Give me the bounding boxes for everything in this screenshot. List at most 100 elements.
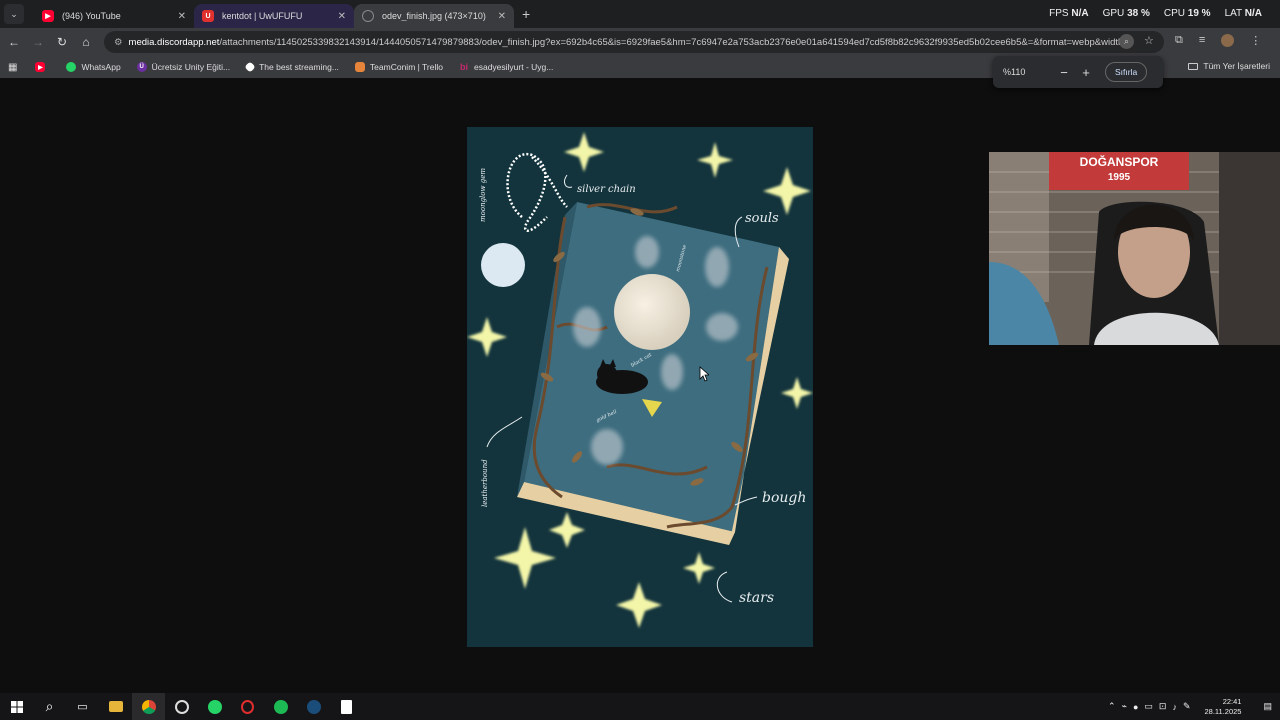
streaming-icon [244, 61, 256, 73]
globe-icon [362, 10, 374, 22]
tab-search-button[interactable]: ⌄ [4, 4, 24, 24]
apps-icon[interactable]: ▦ [8, 62, 17, 73]
image-artwork[interactable]: silver chain souls bough stars moonglow … [467, 127, 813, 647]
trello-icon [354, 62, 365, 72]
file-explorer-icon[interactable] [99, 693, 132, 720]
spotify-icon[interactable] [264, 693, 297, 720]
zoom-level: %110 [1003, 67, 1026, 77]
forward-icon[interactable]: → [26, 35, 50, 49]
cpu-label: CPU [1163, 8, 1185, 19]
webcam-overlay: DOĞANSPOR 1995 [989, 152, 1280, 345]
media-controls-icon[interactable]: ≡ [1199, 34, 1205, 47]
bi-icon: bi [460, 62, 468, 72]
bookmark-trello[interactable]: TeamConim | Trello [354, 62, 443, 72]
bookmark-label: The best streaming... [259, 62, 339, 72]
clock[interactable]: 22:41 28.11.2025 [1205, 697, 1242, 717]
all-bookmarks-label: Tüm Yer İşaretleri [1203, 61, 1270, 71]
gpu-value: 38 % [1127, 8, 1150, 19]
network-icon[interactable]: ⊡ [1159, 701, 1167, 712]
opera-icon[interactable] [231, 693, 264, 720]
gpu-label: GPU [1102, 8, 1125, 19]
microphone-icon[interactable]: ● [1133, 702, 1138, 712]
zoom-reset-button[interactable]: Sıfırla [1105, 62, 1148, 82]
task-view-icon[interactable]: ▭ [66, 693, 99, 720]
zoom-icon[interactable]: ⌕ [1119, 34, 1134, 49]
youtube-icon: ▶ [35, 62, 46, 72]
bookmark-esadyesilyurt[interactable]: bi esadyesilyurt - Uyg... [459, 62, 553, 72]
tab-strip: ⌄ ▶ (946) YouTube ✕ U kentdot | UwUFUFU … [0, 0, 1280, 28]
label-bough: bough [762, 490, 806, 506]
clock-time: 22:41 [1222, 696, 1242, 706]
notifications-icon[interactable]: ▤ [1263, 701, 1272, 712]
extensions-icon[interactable]: ⧉ [1175, 34, 1183, 47]
epic-games-icon[interactable] [330, 693, 363, 720]
tab-title: kentdot | UwUFUFU [222, 11, 303, 21]
site-info-icon[interactable]: ⚙ [114, 37, 123, 48]
steam-icon[interactable] [297, 693, 330, 720]
home-icon[interactable]: ⌂ [74, 35, 98, 49]
new-tab-button[interactable]: + [522, 6, 530, 22]
monitor-icon[interactable]: ▭ [1144, 701, 1153, 712]
zoom-popup: %110 − + Sıfırla [993, 56, 1163, 88]
tab-title: odev_finish.jpg (473×710) [382, 11, 486, 21]
pen-icon[interactable]: ✎ [1183, 701, 1191, 712]
all-bookmarks[interactable]: Tüm Yer İşaretleri [1188, 61, 1270, 71]
bookmark-label: Ücretsiz Unity Eğiti... [151, 62, 231, 72]
whatsapp-taskbar-icon[interactable] [198, 693, 231, 720]
obs-icon[interactable] [165, 693, 198, 720]
address-bar-actions: ⌕ ☆ [1119, 34, 1154, 49]
uwufufu-icon: U [202, 10, 214, 22]
windows-taskbar: ⌕ ▭ [0, 693, 1280, 720]
mouse-cursor-icon [699, 366, 709, 382]
fps-label: FPS [1049, 8, 1069, 19]
zoom-out-button[interactable]: − [1053, 65, 1075, 80]
chevron-down-icon: ⌄ [10, 8, 18, 19]
url-host: media.discordapp.net [128, 36, 220, 48]
clock-date: 28.11.2025 [1204, 706, 1242, 716]
reload-icon[interactable]: ↻ [50, 35, 74, 49]
avatar[interactable] [1221, 34, 1235, 47]
back-icon[interactable]: ← [2, 35, 26, 49]
bookmark-whatsapp[interactable]: WhatsApp [66, 62, 121, 72]
lat-value: N/A [1244, 8, 1262, 19]
lat-label: LAT [1224, 8, 1242, 19]
tab-odev-finish[interactable]: odev_finish.jpg (473×710) ✕ [354, 4, 514, 28]
tab-uwufufu[interactable]: U kentdot | UwUFUFU ✕ [194, 4, 354, 28]
bookmark-unity[interactable]: Ü Ücretsiz Unity Eğiti... [136, 62, 231, 72]
address-bar[interactable]: ⚙ media.discordapp.net/attachments/11450… [104, 31, 1164, 53]
usb-icon[interactable]: ⌁ [1122, 701, 1127, 712]
label-stars: stars [739, 590, 774, 606]
bookmark-label: TeamConim | Trello [369, 62, 443, 72]
windows-start-icon[interactable] [0, 693, 33, 720]
fps-value: N/A [1071, 8, 1089, 19]
label-silver-chain: silver chain [577, 184, 636, 195]
label-souls: souls [745, 211, 779, 226]
bookmark-youtube[interactable]: ▶ [35, 62, 50, 72]
zoom-in-button[interactable]: + [1075, 65, 1097, 80]
whatsapp-icon [66, 62, 77, 72]
unity-course-icon: Ü [136, 62, 147, 72]
youtube-icon: ▶ [42, 10, 54, 22]
menu-icon[interactable]: ⋮ [1250, 34, 1261, 47]
url-path: /attachments/1145025339832143914/1444050… [219, 36, 1132, 48]
label-moonglow-gem: moonglow gem [479, 168, 487, 222]
bookmark-label: esadyesilyurt - Uyg... [474, 62, 554, 72]
chrome-icon[interactable] [132, 693, 165, 720]
moon-shape [614, 274, 690, 350]
chevron-up-icon[interactable]: ⌃ [1108, 701, 1116, 712]
bookmark-streaming[interactable]: The best streaming... [244, 61, 339, 73]
bookmark-star-icon[interactable]: ☆ [1144, 34, 1154, 49]
close-icon[interactable]: ✕ [338, 11, 346, 22]
tab-title: (946) YouTube [62, 11, 121, 21]
banner-text: DOĞANSPOR [1080, 154, 1159, 169]
tab-youtube[interactable]: ▶ (946) YouTube ✕ [34, 4, 194, 28]
volume-icon[interactable]: ♪ [1172, 702, 1177, 712]
artwork-illustration: silver chain souls bough stars moonglow … [467, 127, 813, 647]
webcam-feed: DOĞANSPOR 1995 [989, 152, 1280, 345]
close-icon[interactable]: ✕ [498, 11, 506, 22]
close-icon[interactable]: ✕ [178, 11, 186, 22]
bookmark-label: WhatsApp [81, 62, 121, 72]
search-icon[interactable]: ⌕ [33, 693, 66, 720]
label-leatherbound: leatherbound [481, 459, 489, 507]
banner-year: 1995 [1108, 172, 1131, 183]
